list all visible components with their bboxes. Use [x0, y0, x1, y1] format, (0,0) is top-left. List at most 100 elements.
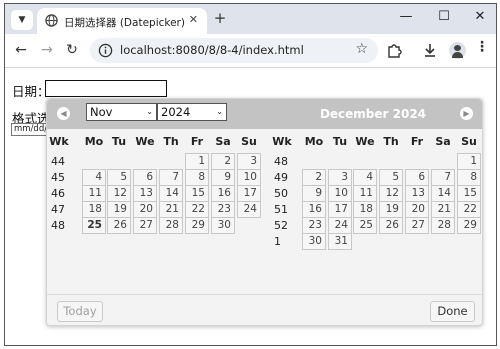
date-input[interactable] — [45, 80, 167, 97]
plus-icon[interactable]: + — [211, 9, 229, 27]
calendar-day[interactable]: 17 — [237, 185, 261, 202]
calendar-day[interactable]: 1 — [457, 153, 481, 170]
calendar-day[interactable]: 4 — [353, 169, 377, 186]
site-info-icon[interactable] — [98, 43, 113, 58]
calendar-day[interactable]: 19 — [107, 201, 131, 218]
address-bar[interactable]: localhost:8080/8/8-4/index.html ☆ — [90, 38, 378, 63]
close-icon[interactable]: ✕ — [189, 13, 198, 26]
weekday-header: Th — [163, 135, 179, 148]
calendar-day[interactable]: 17 — [328, 201, 352, 218]
calendar-day[interactable]: 13 — [133, 185, 157, 202]
calendar-day[interactable]: 3 — [328, 169, 352, 186]
calendar-day[interactable]: 26 — [379, 217, 403, 234]
chevron-down-icon[interactable]: ▼ — [11, 10, 33, 30]
minimize-icon[interactable]: — — [396, 9, 416, 24]
calendar-day[interactable]: 16 — [302, 201, 326, 218]
puzzle-icon[interactable] — [385, 41, 403, 59]
calendar-day[interactable]: 3 — [237, 153, 261, 170]
calendar-day[interactable]: 28 — [159, 217, 183, 234]
weekday-header: Su — [241, 135, 257, 148]
weekday-header: Su — [461, 135, 477, 148]
weekday-header: Wk — [272, 135, 292, 148]
calendar-day[interactable]: 15 — [457, 185, 481, 202]
weekday-header: Fr — [190, 135, 204, 148]
calendar-day[interactable]: 14 — [159, 185, 183, 202]
calendar-day[interactable]: 9 — [211, 169, 235, 186]
weekday-header: Sa — [435, 135, 451, 148]
calendar-day[interactable]: 10 — [237, 169, 261, 186]
calendar-day[interactable]: 21 — [431, 201, 455, 218]
calendar-day[interactable]: 31 — [328, 233, 352, 250]
calendar-day[interactable]: 23 — [302, 217, 326, 234]
calendar-day[interactable]: 2 — [211, 153, 235, 170]
chevron-down-icon: ⌄ — [216, 107, 223, 116]
done-button[interactable]: Done — [430, 301, 475, 322]
month-select[interactable]: Nov ⌄ — [86, 103, 157, 121]
today-button[interactable]: Today — [57, 301, 103, 322]
calendar-day[interactable]: 28 — [431, 217, 455, 234]
calendar-day[interactable]: 11 — [353, 185, 377, 202]
url-text: localhost:8080/8/8-4/index.html — [120, 43, 304, 57]
calendar-day[interactable]: 25 — [353, 217, 377, 234]
calendar-day[interactable]: 29 — [457, 217, 481, 234]
kebab-menu-icon[interactable]: ⋮ — [473, 40, 491, 59]
calendar-day[interactable]: 14 — [431, 185, 455, 202]
calendar-day[interactable]: 26 — [107, 217, 131, 234]
calendar-day[interactable]: 30 — [302, 233, 326, 250]
calendar-day[interactable]: 22 — [185, 201, 209, 218]
next-month-icon[interactable]: ▶ — [460, 107, 473, 120]
calendar-day[interactable]: 13 — [405, 185, 429, 202]
calendar-day[interactable]: 1 — [185, 153, 209, 170]
calendar-day[interactable]: 11 — [82, 185, 106, 202]
calendar-day[interactable]: 16 — [211, 185, 235, 202]
format-select[interactable]: mm/dd/ — [11, 123, 51, 136]
prev-month-icon[interactable]: ◀ — [57, 107, 70, 120]
calendar-day[interactable]: 25 — [82, 217, 106, 234]
reload-icon[interactable]: ↻ — [64, 42, 80, 58]
download-icon[interactable] — [421, 41, 439, 59]
calendar-day[interactable]: 12 — [379, 185, 403, 202]
browser-tab[interactable]: 日期选择器 (Datepicker) ✕ — [37, 8, 207, 35]
calendar-day[interactable]: 24 — [328, 217, 352, 234]
calendar-day[interactable]: 18 — [353, 201, 377, 218]
calendar-day[interactable]: 6 — [133, 169, 157, 186]
calendar-day[interactable]: 18 — [82, 201, 106, 218]
calendar-day[interactable]: 29 — [185, 217, 209, 234]
calendar-day[interactable]: 10 — [328, 185, 352, 202]
calendar-day[interactable]: 9 — [302, 185, 326, 202]
close-window-icon[interactable]: ✕ — [470, 9, 490, 24]
calendar-day[interactable]: 23 — [211, 201, 235, 218]
calendar-day[interactable]: 7 — [431, 169, 455, 186]
week-number: 48 — [51, 219, 65, 232]
calendar-day[interactable]: 6 — [405, 169, 429, 186]
star-icon[interactable]: ☆ — [355, 41, 368, 57]
forward-arrow-icon[interactable]: → — [39, 42, 55, 58]
weekday-header: Th — [383, 135, 399, 148]
month-select-value: Nov — [90, 105, 113, 119]
calendar-day[interactable]: 19 — [379, 201, 403, 218]
calendar-day[interactable]: 7 — [159, 169, 183, 186]
calendar-day[interactable]: 12 — [107, 185, 131, 202]
calendar-day[interactable]: 2 — [302, 169, 326, 186]
calendar-day[interactable]: 20 — [133, 201, 157, 218]
weekday-header: Wk — [49, 135, 69, 148]
calendar-day[interactable]: 22 — [457, 201, 481, 218]
year-select[interactable]: 2024 ⌄ — [157, 103, 227, 121]
calendar-day[interactable]: 5 — [107, 169, 131, 186]
maximize-icon[interactable]: ☐ — [434, 9, 454, 24]
calendar-day[interactable]: 30 — [211, 217, 235, 234]
calendar-day[interactable]: 27 — [405, 217, 429, 234]
week-number: 1 — [274, 235, 281, 248]
calendar-day[interactable]: 5 — [379, 169, 403, 186]
weekday-header: Mo — [304, 135, 324, 148]
calendar-day[interactable]: 15 — [185, 185, 209, 202]
calendar-day[interactable]: 27 — [133, 217, 157, 234]
calendar-day[interactable]: 20 — [405, 201, 429, 218]
calendar-day[interactable]: 8 — [185, 169, 209, 186]
calendar-day[interactable]: 24 — [237, 201, 261, 218]
calendar-day[interactable]: 8 — [457, 169, 481, 186]
calendar-day[interactable]: 21 — [159, 201, 183, 218]
calendar-day[interactable]: 4 — [82, 169, 106, 186]
back-arrow-icon[interactable]: ← — [13, 42, 29, 58]
avatar-icon[interactable] — [449, 42, 466, 59]
